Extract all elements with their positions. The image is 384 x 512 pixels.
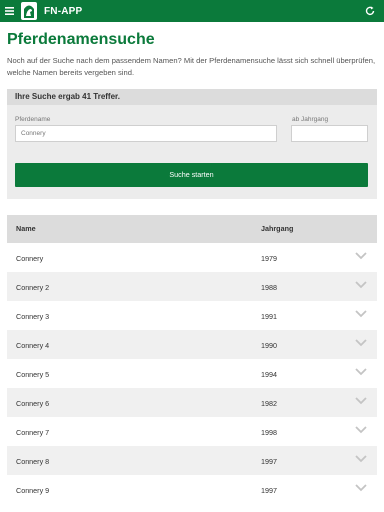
app-header: FN-APP [0, 0, 384, 22]
chevron-down-icon[interactable] [355, 368, 367, 376]
table-row[interactable]: Connery 4 1990 [7, 330, 377, 359]
row-name: Connery 7 [16, 428, 50, 437]
table-row[interactable]: Connery 5 1994 [7, 359, 377, 388]
table-row[interactable]: Connery 7 1998 [7, 417, 377, 446]
app-title: FN-APP [44, 5, 83, 17]
chevron-down-icon[interactable] [355, 397, 367, 405]
search-panel: Ihre Suche ergab 41 Treffer. Pferdename … [7, 89, 377, 199]
table-row[interactable]: Connery 2 1988 [7, 272, 377, 301]
row-name: Connery 6 [16, 399, 50, 408]
column-header-year[interactable]: Jahrgang [261, 224, 293, 233]
column-header-name[interactable]: Name [16, 224, 36, 233]
table-header: Name Jahrgang [7, 215, 377, 243]
table-row[interactable]: Connery 6 1982 [7, 388, 377, 417]
chevron-down-icon[interactable] [355, 339, 367, 347]
row-year: 1982 [261, 399, 277, 408]
row-name: Connery 8 [16, 457, 50, 466]
chevron-down-icon[interactable] [355, 426, 367, 434]
row-year: 1998 [261, 428, 277, 437]
row-name: Connery 3 [16, 312, 50, 321]
row-year: 1997 [261, 457, 277, 466]
page-title: Pferdenamensuche [7, 31, 155, 48]
row-name: Connery 5 [16, 370, 50, 379]
year-label: ab Jahrgang [292, 116, 329, 123]
year-input[interactable] [291, 125, 368, 142]
row-year: 1990 [261, 341, 277, 350]
horse-name-input[interactable]: Connery [15, 125, 277, 142]
horse-logo-icon[interactable] [21, 2, 37, 20]
table-row[interactable]: Connery 8 1997 [7, 446, 377, 475]
table-row[interactable]: Connery 1979 [7, 243, 377, 272]
chevron-down-icon[interactable] [355, 310, 367, 318]
chevron-down-icon[interactable] [355, 484, 367, 492]
search-button[interactable]: Suche starten [15, 163, 368, 187]
result-count: Ihre Suche ergab 41 Treffer. [7, 89, 377, 105]
results-table: Name Jahrgang Connery 1979 Connery 2 198… [7, 215, 377, 504]
row-year: 1979 [261, 254, 277, 263]
chevron-down-icon[interactable] [355, 281, 367, 289]
name-label: Pferdename [15, 116, 51, 123]
menu-icon[interactable] [0, 0, 18, 22]
table-row[interactable]: Connery 9 1997 [7, 475, 377, 504]
refresh-icon[interactable] [362, 3, 378, 19]
row-name: Connery 2 [16, 283, 50, 292]
row-name: Connery 9 [16, 486, 50, 495]
table-row[interactable]: Connery 3 1991 [7, 301, 377, 330]
chevron-down-icon[interactable] [355, 455, 367, 463]
intro-text: Noch auf der Suche nach dem passendem Na… [7, 56, 376, 77]
chevron-down-icon[interactable] [355, 252, 367, 260]
row-name: Connery [16, 254, 44, 263]
row-year: 1997 [261, 486, 277, 495]
row-year: 1994 [261, 370, 277, 379]
row-name: Connery 4 [16, 341, 50, 350]
row-year: 1991 [261, 312, 277, 321]
row-year: 1988 [261, 283, 277, 292]
